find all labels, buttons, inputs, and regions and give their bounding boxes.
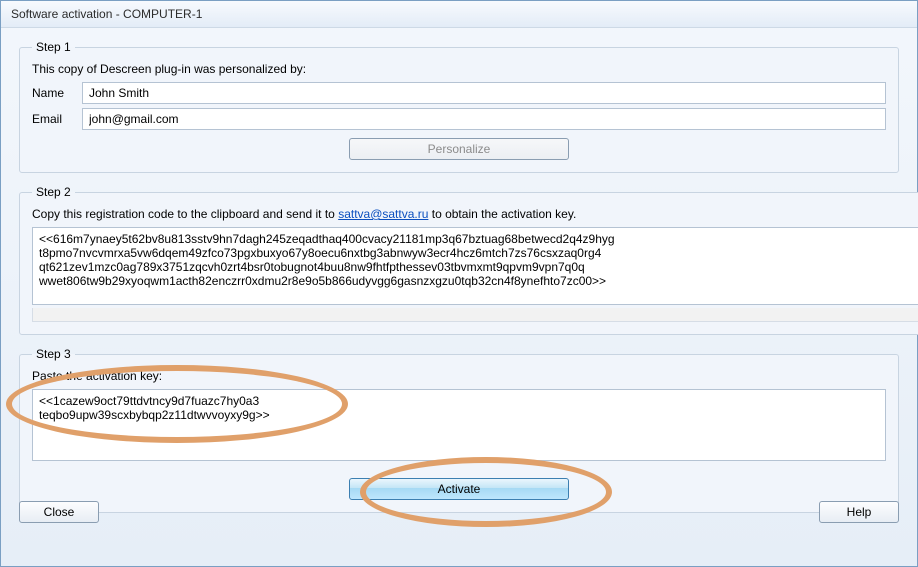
step3-group: Step 3 Paste the activation key: Activat… [19, 347, 899, 513]
name-label: Name [32, 86, 82, 100]
step1-intro: This copy of Descreen plug-in was person… [32, 62, 886, 76]
help-button[interactable]: Help [819, 501, 899, 523]
footer: Close Help [19, 501, 899, 523]
registration-code-hscrollbar[interactable] [32, 308, 918, 322]
window-title: Software activation - COMPUTER-1 [1, 1, 917, 28]
activation-key-textarea[interactable] [32, 389, 886, 461]
step1-legend: Step 1 [32, 40, 75, 54]
name-input[interactable] [82, 82, 886, 104]
step3-legend: Step 3 [32, 347, 75, 361]
client-area: Step 1 This copy of Descreen plug-in was… [1, 28, 917, 537]
close-button[interactable]: Close [19, 501, 99, 523]
step3-intro: Paste the activation key: [32, 369, 886, 383]
activate-button[interactable]: Activate [349, 478, 569, 500]
step2-intro-after: to obtain the activation key. [428, 207, 576, 221]
personalize-button: Personalize [349, 138, 569, 160]
step2-intro: Copy this registration code to the clipb… [32, 207, 918, 221]
step2-group: Step 2 Copy this registration code to th… [19, 185, 918, 335]
step2-legend: Step 2 [32, 185, 75, 199]
email-input[interactable] [82, 108, 886, 130]
step1-group: Step 1 This copy of Descreen plug-in was… [19, 40, 899, 173]
support-email-link[interactable]: sattva@sattva.ru [338, 207, 428, 221]
step2-intro-before: Copy this registration code to the clipb… [32, 207, 338, 221]
registration-code-textarea[interactable] [32, 227, 918, 305]
email-label: Email [32, 112, 82, 126]
activation-window: Software activation - COMPUTER-1 Step 1 … [0, 0, 918, 567]
